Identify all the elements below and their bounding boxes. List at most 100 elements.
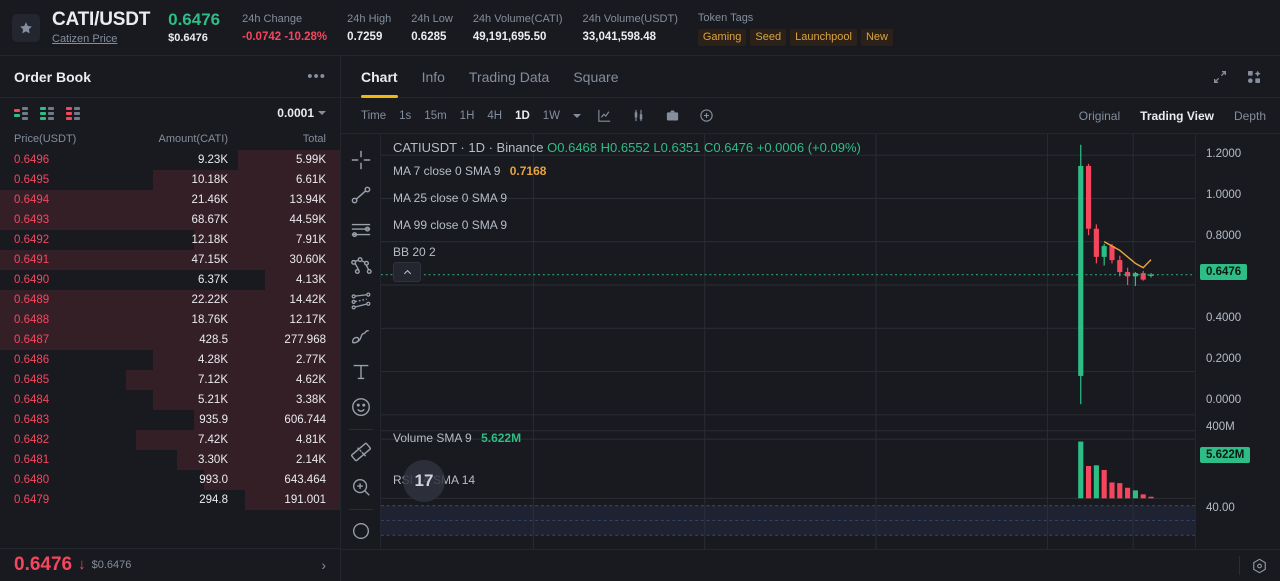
candlestick-plot[interactable] [381, 134, 1195, 549]
trading-app: CATI/USDT Catizen Price 0.6476 $0.6476 2… [0, 0, 1280, 581]
order-row-amount: 7.42K [197, 434, 228, 446]
stat-24h-volume-base: 24h Volume(CATI) 49,191,695.50 [473, 11, 563, 45]
order-row-amount: 22.22K [191, 294, 228, 306]
order-row-total: 7.91K [295, 234, 326, 246]
volume-value-badge: 5.622M [1200, 447, 1251, 463]
magnet-icon[interactable] [341, 514, 381, 549]
interval-4h[interactable]: 4H [487, 110, 502, 122]
collapse-indicators-button[interactable] [393, 262, 421, 282]
token-tag[interactable]: New [860, 28, 893, 46]
view-trading-view[interactable]: Trading View [1140, 109, 1214, 123]
chart-tab-bar: Chart Info Trading Data Square [341, 56, 1280, 98]
tab-square[interactable]: Square [573, 56, 618, 98]
y-tick: 1.2000 [1206, 148, 1242, 160]
pair-sublabel[interactable]: Catizen Price [52, 32, 150, 47]
order-book-row[interactable]: 0.6486 4.28K 2.77K [0, 350, 340, 370]
order-book-row[interactable]: 0.6492 12.18K 7.91K [0, 230, 340, 250]
chart-area: CATIUSDT · 1D · Binance O0.6468 H0.6552 … [341, 134, 1280, 549]
order-book-row[interactable]: 0.6485 7.12K 4.62K [0, 370, 340, 390]
order-row-price: 0.6494 [14, 194, 50, 206]
layout-grid-icon[interactable] [1246, 69, 1262, 85]
trendline-icon[interactable] [341, 177, 381, 212]
order-row-total: 191.001 [284, 494, 326, 506]
emoji-icon[interactable] [341, 390, 381, 425]
fib-retracement-icon[interactable] [341, 284, 381, 319]
time-axis[interactable]: Oct [341, 549, 1280, 581]
order-row-price: 0.6493 [14, 214, 50, 226]
chevron-down-icon[interactable] [573, 113, 582, 118]
view-original[interactable]: Original [1079, 109, 1120, 123]
order-book-row[interactable]: 0.6494 21.46K 13.94K [0, 190, 340, 210]
crosshair-icon[interactable] [341, 142, 381, 177]
token-tag[interactable]: Gaming [697, 28, 747, 46]
measure-ruler-icon[interactable] [341, 434, 381, 469]
order-book-row[interactable]: 0.6491 47.15K 30.60K [0, 250, 340, 270]
stat-label: 24h Volume(USDT) [582, 12, 678, 25]
chart-tool-icons [597, 108, 715, 124]
order-book-row[interactable]: 0.6479 294.8 191.001 [0, 490, 340, 510]
interval-1s[interactable]: 1s [399, 110, 411, 122]
order-book-row[interactable]: 0.6488 18.76K 12.17K [0, 310, 340, 330]
order-book-row[interactable]: 0.6481 3.30K 2.14K [0, 450, 340, 470]
toolbar-divider [348, 429, 373, 430]
order-book-title: Order Book [14, 68, 92, 85]
order-book-row[interactable]: 0.6484 5.21K 3.38K [0, 390, 340, 410]
grouping-selector[interactable]: 0.0001 [277, 106, 326, 120]
brush-icon[interactable] [341, 319, 381, 354]
token-tag[interactable]: Seed [750, 28, 787, 46]
order-row-price: 0.6485 [14, 374, 50, 386]
order-book-last-price[interactable]: 0.6476 ↓ $0.6476 › [0, 548, 340, 581]
expand-icon[interactable] [1212, 69, 1228, 85]
book-bids-icon[interactable] [40, 106, 57, 120]
stat-value: -0.0742 -10.28% [242, 30, 328, 43]
rsi-value-badge: 17 [403, 460, 445, 502]
interval-1w[interactable]: 1W [543, 110, 560, 122]
order-book-row[interactable]: 0.6480 993.0 643.464 [0, 470, 340, 490]
order-row-price: 0.6487 [14, 334, 50, 346]
order-book-row[interactable]: 0.6482 7.42K 4.81K [0, 430, 340, 450]
more-dots-icon[interactable]: ••• [307, 69, 326, 84]
pair-block[interactable]: CATI/USDT Catizen Price [52, 9, 150, 47]
token-tag-list: Gaming Seed Launchpool New [697, 28, 893, 46]
chart-plot-wrapper[interactable]: CATIUSDT · 1D · Binance O0.6468 H0.6552 … [381, 134, 1195, 549]
interval-1d[interactable]: 1D [515, 110, 530, 122]
camera-icon[interactable] [665, 108, 681, 124]
order-row-amount: 5.21K [197, 394, 228, 406]
book-both-icon[interactable] [14, 106, 31, 120]
chevron-right-icon[interactable]: › [321, 557, 326, 573]
stat-value: 49,191,695.50 [472, 30, 547, 43]
order-book-row[interactable]: 0.6487 428.5 277.968 [0, 330, 340, 350]
horizontal-lines-icon[interactable] [341, 213, 381, 248]
indicators-icon[interactable] [631, 108, 647, 124]
chart-type-icon[interactable] [597, 108, 613, 124]
order-book-row[interactable]: 0.6490 6.37K 4.13K [0, 270, 340, 290]
order-book-row[interactable]: 0.6483 935.9 606.744 [0, 410, 340, 430]
order-book-row[interactable]: 0.6495 10.18K 6.61K [0, 170, 340, 190]
view-depth[interactable]: Depth [1234, 109, 1266, 123]
legend-volume[interactable]: Volume SMA 9 5.622M [393, 431, 521, 445]
tab-trading-data[interactable]: Trading Data [469, 56, 549, 98]
order-book-row[interactable]: 0.6496 9.23K 5.99K [0, 150, 340, 170]
tab-info[interactable]: Info [422, 56, 445, 98]
order-row-amount: 993.0 [199, 474, 228, 486]
chart-settings-icon[interactable] [1251, 557, 1268, 574]
price-axis[interactable]: 1.2000 1.0000 0.8000 0.6000 0.4000 0.200… [1195, 134, 1280, 549]
order-row-price: 0.6495 [14, 174, 50, 186]
toolbar-time-label[interactable]: Time [361, 110, 386, 122]
interval-1h[interactable]: 1H [460, 110, 475, 122]
order-row-price: 0.6479 [14, 494, 50, 506]
add-compare-icon[interactable] [699, 108, 715, 124]
zoom-in-icon[interactable] [341, 469, 381, 504]
order-book-row[interactable]: 0.6493 68.67K 44.59K [0, 210, 340, 230]
tab-chart[interactable]: Chart [361, 56, 398, 98]
y-tick: 0.0000 [1206, 394, 1242, 406]
book-asks-icon[interactable] [66, 106, 83, 120]
interval-15m[interactable]: 15m [424, 110, 446, 122]
text-icon[interactable] [341, 354, 381, 389]
favorite-star-button[interactable] [12, 13, 40, 42]
order-book-row[interactable]: 0.6489 22.22K 14.42K [0, 290, 340, 310]
pitchfork-icon[interactable] [341, 248, 381, 283]
token-tag[interactable]: Launchpool [790, 28, 857, 46]
order-row-total: 12.17K [289, 314, 326, 326]
ticker-bar: CATI/USDT Catizen Price 0.6476 $0.6476 2… [0, 0, 1280, 55]
